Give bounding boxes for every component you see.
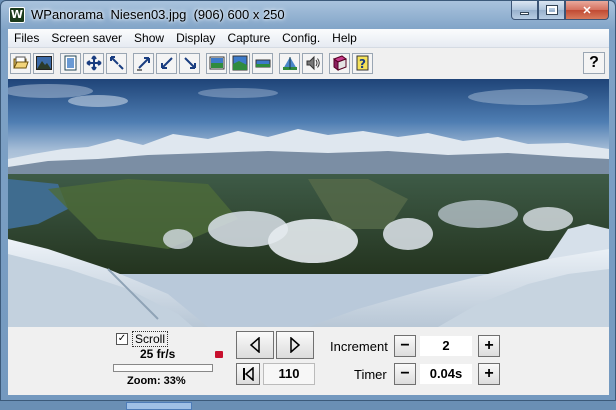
shrink-icon (109, 56, 124, 70)
app-icon[interactable]: W (9, 7, 25, 23)
help-book-icon: ? (356, 55, 368, 71)
zoom-slider[interactable] (113, 364, 213, 410)
timer-minus-button[interactable]: − (394, 363, 416, 385)
arrow-down-left-icon (160, 57, 173, 69)
open-file-button[interactable] (10, 52, 31, 74)
record-icon[interactable] (215, 351, 223, 358)
increment-label: Increment (330, 339, 388, 354)
client-area: Files Screen saver Show Display Capture … (8, 29, 609, 410)
menu-display[interactable]: Display (170, 29, 221, 48)
menu-capture[interactable]: Capture (221, 29, 276, 48)
svg-text:?: ? (359, 57, 366, 71)
expand-icon (85, 55, 102, 71)
app-window: W WPanorama Niesen03.jpg (906) 600 x 250… (0, 0, 616, 410)
position-counter: 110 (263, 363, 315, 385)
toolbar: ? ? (8, 50, 609, 76)
title-bar[interactable]: W WPanorama Niesen03.jpg (906) 600 x 250… (1, 1, 615, 29)
menu-files[interactable]: Files (8, 29, 45, 48)
panorama-viewer[interactable] (8, 79, 609, 327)
book-icon (332, 55, 347, 71)
book-button[interactable] (329, 52, 350, 74)
go-to-start-button[interactable] (236, 363, 260, 385)
maximize-button[interactable] (538, 1, 565, 20)
menu-config[interactable]: Config. (276, 29, 326, 48)
shrink-button[interactable] (106, 52, 127, 74)
sound-button[interactable] (302, 52, 323, 74)
panorama-image (8, 79, 609, 327)
menu-bar: Files Screen saver Show Display Capture … (8, 29, 609, 48)
help-book-button[interactable]: ? (352, 52, 373, 74)
panorama-green-button[interactable] (229, 52, 250, 74)
timer-plus-button[interactable]: + (478, 363, 500, 385)
increment-value[interactable]: 2 (420, 336, 472, 356)
image-icon (35, 56, 52, 70)
arrow-down-right-button[interactable] (179, 52, 200, 74)
expand-button[interactable] (83, 52, 104, 74)
close-icon: ✕ (582, 4, 592, 17)
arrow-up-right-button[interactable] (133, 52, 154, 74)
fit-window-icon (64, 55, 76, 71)
arrow-down-left-button[interactable] (156, 52, 177, 74)
triangle-left-icon (249, 337, 260, 353)
timer-value[interactable]: 0.04s (420, 364, 472, 384)
fit-window-button[interactable] (60, 52, 81, 74)
menu-show[interactable]: Show (128, 29, 170, 48)
scroll-right-button[interactable] (276, 331, 314, 359)
scroll-label[interactable]: Scroll (132, 331, 169, 347)
increment-minus-button[interactable]: − (394, 335, 416, 357)
panorama-strip-button[interactable] (252, 52, 273, 74)
help-button[interactable]: ? (583, 52, 605, 74)
landscape-button[interactable] (279, 52, 300, 74)
maximize-icon (545, 5, 558, 15)
panorama-strip-icon (255, 59, 270, 68)
frame-rate: 25 fr/s (140, 347, 176, 361)
open-file-icon (12, 56, 29, 69)
arrow-up-right-icon (136, 57, 150, 71)
zoom-slider-thumb[interactable] (126, 402, 192, 410)
control-panel: ✓ Scroll 25 fr/s Zoom: 33% 110 Increment… (8, 327, 609, 410)
panorama-green-icon (232, 55, 247, 71)
landscape-icon (282, 57, 297, 70)
menu-screen-saver[interactable]: Screen saver (45, 29, 128, 48)
arrow-down-right-icon (183, 57, 196, 69)
increment-plus-button[interactable]: + (478, 335, 500, 357)
triangle-right-icon (290, 337, 301, 353)
window-title: WPanorama Niesen03.jpg (906) 600 x 250 (31, 7, 285, 22)
minimize-icon (520, 11, 529, 15)
window-controls: ✕ (511, 1, 609, 21)
timer-label: Timer (354, 367, 387, 382)
minimize-button[interactable] (511, 1, 538, 20)
zoom-label: Zoom: 33% (127, 375, 186, 387)
sound-icon (306, 55, 320, 71)
panorama-blue-icon (209, 56, 224, 70)
close-button[interactable]: ✕ (565, 1, 609, 20)
panorama-blue-button[interactable] (206, 52, 227, 74)
skip-start-icon (243, 367, 254, 381)
scroll-left-button[interactable] (236, 331, 274, 359)
scroll-checkbox[interactable]: ✓ (116, 333, 128, 345)
menu-help[interactable]: Help (326, 29, 363, 48)
image-button[interactable] (33, 52, 54, 74)
